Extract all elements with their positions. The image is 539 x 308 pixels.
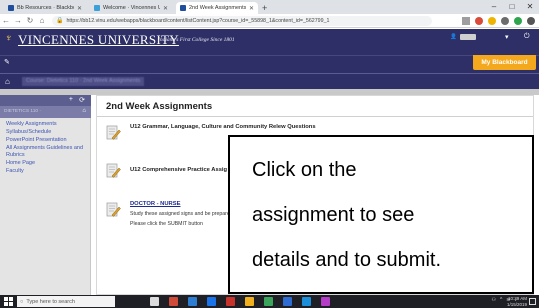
power-icon[interactable]: ⏻ <box>524 33 530 41</box>
url-text: https://bb12.vinu.edu/webapps/blackboard… <box>66 17 330 24</box>
add-icon[interactable]: + <box>69 96 73 103</box>
sub-header: ✎ <box>0 55 539 73</box>
app-icon[interactable] <box>302 297 311 306</box>
search-icon: ○ <box>20 298 24 305</box>
instruction-callout: Click on the assignment to see details a… <box>228 135 534 294</box>
chevron-up-icon[interactable]: ^ <box>500 297 502 303</box>
browser-tab-bar: Bb Resources · Blackboard Learn ✕ Welcom… <box>0 0 539 14</box>
lock-icon: 🔒 <box>56 18 64 24</box>
extension-icons <box>462 16 535 25</box>
extension-icon[interactable] <box>488 16 496 25</box>
plus-icon[interactable]: + <box>262 2 267 14</box>
chrome-icon[interactable] <box>264 297 273 306</box>
breadcrumb[interactable]: Course: Dietetics 110 · 2nd Week Assignm… <box>22 77 145 86</box>
task-view-icon[interactable] <box>150 297 159 306</box>
file-explorer-icon[interactable] <box>188 297 197 306</box>
forward-arrow-icon[interactable]: → <box>12 16 24 25</box>
assignment-title[interactable]: U12 Comprehensive Practice Assig <box>130 167 227 173</box>
assignment-icon <box>106 125 121 140</box>
address-bar: ← → ↻ ⌂ 🔒 https://bb12.vinu.edu/webapps/… <box>0 14 539 28</box>
minimize-icon[interactable]: – <box>485 0 503 14</box>
breadcrumb-bar: ⌂ Course: Dietetics 110 · 2nd Week Assig… <box>0 73 539 89</box>
url-field[interactable]: 🔒 https://bb12.vinu.edu/webapps/blackboa… <box>52 15 432 26</box>
home-icon[interactable]: ⌂ <box>5 77 10 86</box>
tab-close-icon[interactable]: ✕ <box>249 5 254 12</box>
browser-tab-active[interactable]: 2nd Week Assignments – 10143… ✕ <box>176 2 258 14</box>
home-icon[interactable]: ⌂ <box>36 16 48 25</box>
search-placeholder: Type here to search <box>26 298 75 305</box>
tab-close-icon[interactable]: ✕ <box>163 5 168 12</box>
blackboard-favicon-icon <box>180 5 186 11</box>
taskbar-search-input[interactable]: ○ Type here to search <box>17 296 115 307</box>
tab-close-icon[interactable]: ✕ <box>77 5 82 12</box>
course-menu-list: Weekly Assignments Syllabus/Schedule Pow… <box>6 121 86 176</box>
word-icon[interactable] <box>283 297 292 306</box>
app-icon[interactable] <box>169 297 178 306</box>
callout-line: Click on the <box>252 159 357 181</box>
edge-icon[interactable] <box>207 297 216 306</box>
browser-tab[interactable]: Bb Resources · Blackboard Learn ✕ <box>4 2 86 14</box>
sidebar-item-home-page[interactable]: Home Page <box>6 160 86 167</box>
menu-dots-icon[interactable] <box>527 16 535 25</box>
assignment-icon <box>106 202 121 217</box>
maximize-icon[interactable]: □ <box>503 0 521 14</box>
people-icon[interactable]: ⚇ <box>491 297 495 303</box>
sidebar-item-powerpoint[interactable]: PowerPoint Presentation <box>6 137 86 144</box>
user-icon: 👤 <box>450 34 457 40</box>
extension-icon[interactable] <box>514 16 522 25</box>
course-title[interactable]: DIETETICS 110 · <box>4 109 46 115</box>
assignment-description: Please click the SUBMIT button <box>130 221 203 227</box>
back-arrow-icon[interactable]: ← <box>0 16 12 25</box>
clock[interactable]: 10:39 AM 1/15/2019 <box>507 296 527 307</box>
course-title-bar: DIETETICS 110 · ⌂ <box>0 106 91 118</box>
vu-favicon-icon <box>94 5 100 11</box>
tab-title: 2nd Week Assignments – 10143… <box>189 5 246 11</box>
taskbar: ○ Type here to search ⚇ ^ ≋ ♪ 10:39 AM 1… <box>0 295 539 308</box>
assignment-description: Study these assigned signs and be prepar… <box>130 211 233 217</box>
extension-icon[interactable] <box>475 16 483 25</box>
course-menu-toolbar: + ⟳ <box>0 95 91 106</box>
tab-title: Welcome · Vincennes University <box>103 5 160 11</box>
blackboard-favicon-icon <box>8 5 14 11</box>
store-icon[interactable] <box>245 297 254 306</box>
windows-start-icon[interactable] <box>4 297 13 306</box>
extension-icon[interactable] <box>501 16 509 25</box>
edit-icon[interactable]: ✎ <box>4 58 10 66</box>
callout-line: assignment to see <box>252 204 415 226</box>
sidebar-item-weekly-assignments[interactable]: Weekly Assignments <box>6 121 86 128</box>
reload-icon[interactable]: ↻ <box>24 16 36 25</box>
page-title: 2nd Week Assignments <box>106 101 213 112</box>
app-icon[interactable] <box>226 297 235 306</box>
vu-logo-icon: ♆ <box>5 33 13 44</box>
home-icon[interactable]: ⌂ <box>82 108 86 114</box>
assignment-title[interactable]: U12 Grammar, Language, Culture and Commu… <box>130 124 316 130</box>
app-icon[interactable] <box>321 297 330 306</box>
assignment-icon <box>106 163 121 178</box>
university-name[interactable]: VINCENNES UNIVERSITY <box>18 32 179 48</box>
tab-title: Bb Resources · Blackboard Learn <box>17 5 74 11</box>
sidebar-item-syllabus[interactable]: Syllabus/Schedule <box>6 129 86 136</box>
sidebar-item-guidelines[interactable]: All Assignments Guidelines and Rubrics <box>6 145 86 159</box>
user-menu[interactable]: 👤 Nancy <box>450 34 476 40</box>
my-blackboard-tab[interactable]: My Blackboard <box>473 55 536 70</box>
browser-tab[interactable]: Welcome · Vincennes University ✕ <box>90 2 172 14</box>
notification-icon[interactable] <box>529 298 536 305</box>
callout-line: details and to submit. <box>252 249 441 271</box>
close-icon[interactable]: ✕ <box>521 0 539 14</box>
site-header: ♆ VINCENNES UNIVERSITY Indiana's First C… <box>0 29 539 55</box>
course-menu: + ⟳ DIETETICS 110 · ⌂ Weekly Assignments… <box>0 95 91 295</box>
assignment-link[interactable]: DOCTOR - NURSE <box>130 201 180 207</box>
window-controls: – □ ✕ <box>485 0 539 14</box>
clock-date: 1/15/2019 <box>506 301 527 307</box>
sidebar-item-faculty[interactable]: Faculty <box>6 168 86 175</box>
refresh-icon[interactable]: ⟳ <box>79 96 85 104</box>
chevron-down-icon[interactable]: ▾ <box>505 33 509 41</box>
star-icon[interactable] <box>462 16 470 25</box>
user-name: Nancy <box>459 34 476 40</box>
pinned-apps <box>150 297 330 306</box>
university-tagline: Indiana's First College Since 1801 <box>158 37 235 43</box>
divider <box>97 116 533 117</box>
clock-time: 10:39 AM <box>507 296 527 301</box>
